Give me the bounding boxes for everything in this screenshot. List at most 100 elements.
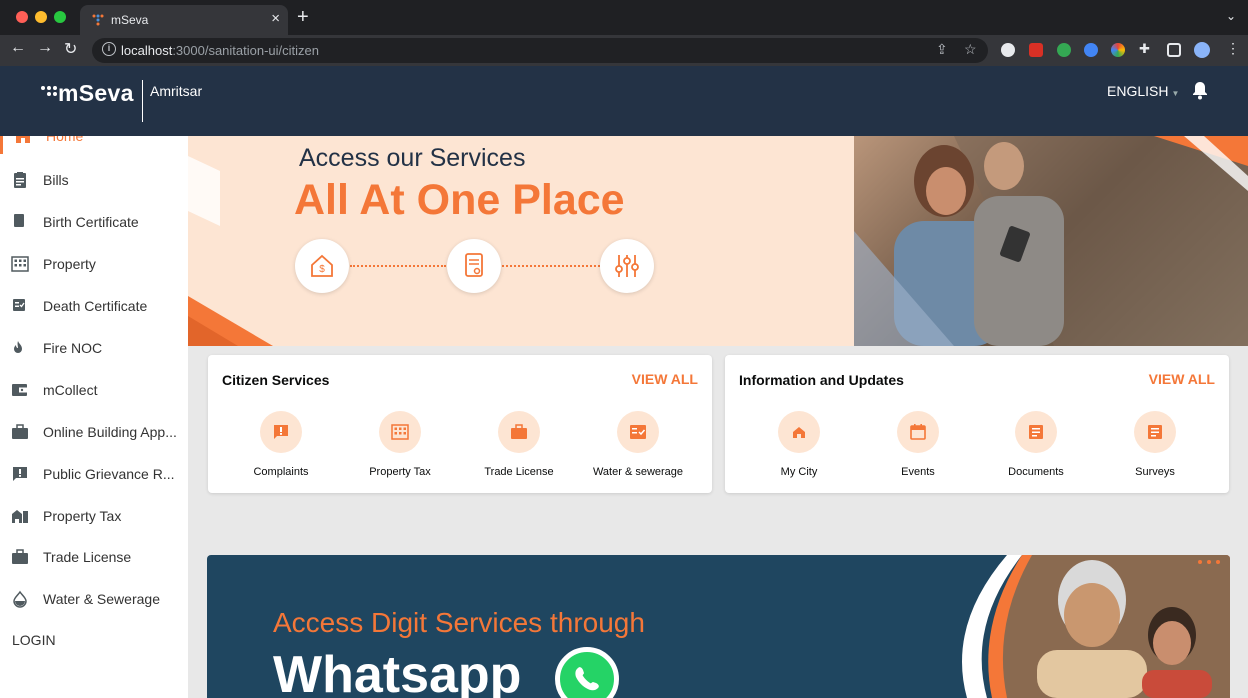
certificate-icon <box>13 299 25 311</box>
extension-icon[interactable] <box>1001 43 1015 57</box>
home-icon <box>16 136 30 143</box>
book-icon <box>14 214 24 227</box>
sidebar-item-property[interactable]: Property <box>0 246 188 282</box>
dotted-connector <box>350 265 446 267</box>
close-tab-icon[interactable]: × <box>271 10 280 27</box>
whatsapp-icon <box>555 647 619 698</box>
mseva-logo[interactable]: mSeva <box>40 80 134 107</box>
info-label: Surveys <box>1135 466 1175 478</box>
address-bar[interactable]: i localhost:3000/sanitation-ui/citizen ⇪… <box>92 38 988 63</box>
browser-tab[interactable]: mSeva × <box>80 5 288 35</box>
forward-icon[interactable]: → <box>37 39 53 57</box>
card-title: Citizen Services <box>222 372 330 388</box>
view-all-link[interactable]: VIEW ALL <box>1149 371 1215 387</box>
service-label: Complaints <box>253 466 309 478</box>
sidebar-item-label: Death Certificate <box>43 298 148 314</box>
drop-icon <box>13 590 27 608</box>
service-complaints[interactable]: Complaints <box>226 411 336 481</box>
back-icon[interactable]: ← <box>10 39 26 57</box>
calendar-icon <box>910 424 926 440</box>
sidebar-item-label: Bills <box>43 172 69 188</box>
info-surveys[interactable]: Surveys <box>1100 411 1210 481</box>
sidebar-item-birth-certificate[interactable]: Birth Certificate <box>0 204 188 240</box>
sidebar-item-bills[interactable]: Bills <box>0 162 188 198</box>
sidebar-item-property-tax[interactable]: Property Tax <box>0 498 188 534</box>
close-window-button[interactable] <box>16 11 28 23</box>
sidebar-item-label: mCollect <box>43 382 98 398</box>
briefcase-icon <box>12 549 28 564</box>
svg-text:$: $ <box>319 264 325 275</box>
service-water-sewerage[interactable]: Water & sewerage <box>583 411 693 481</box>
tab-title: mSeva <box>111 13 149 27</box>
wallet-icon <box>12 384 27 396</box>
whatsapp-banner: Access Digit Services through Whatsapp <box>207 555 1230 698</box>
dotted-connector <box>502 265 600 267</box>
bell-icon[interactable] <box>1191 80 1209 100</box>
citizen-services-card: Citizen Services VIEW ALL Complaints Pro… <box>208 355 712 493</box>
sidebar-item-trade-license[interactable]: Trade License <box>0 539 188 575</box>
reload-icon[interactable]: ↻ <box>64 39 77 59</box>
banner-property-circle: $ <box>295 239 349 293</box>
document-icon <box>1029 425 1043 439</box>
language-selector[interactable]: ENGLISH ▼ <box>1107 83 1179 99</box>
url-text: localhost:3000/sanitation-ui/citizen <box>121 43 320 58</box>
sidebar-item-label: Birth Certificate <box>43 214 139 230</box>
sidebar-item-fire-noc[interactable]: Fire NOC <box>0 330 188 366</box>
info-icon[interactable]: i <box>102 42 116 56</box>
info-updates-card: Information and Updates VIEW ALL My City… <box>725 355 1229 493</box>
mseva-favicon-icon <box>92 14 104 26</box>
profile-avatar[interactable] <box>1194 42 1210 58</box>
service-trade-license[interactable]: Trade License <box>464 411 574 481</box>
logo-dots-icon <box>41 86 57 96</box>
info-my-city[interactable]: My City <box>744 411 854 481</box>
browser-tab-strip: mSeva × + ⌄ <box>0 0 1248 35</box>
sidebar: Home Bills Birth Certificate Property De… <box>0 136 188 698</box>
service-label: Trade License <box>484 466 554 478</box>
minimize-window-button[interactable] <box>35 11 47 23</box>
extension-icon[interactable] <box>1111 43 1125 57</box>
extension-icon[interactable] <box>1057 43 1071 57</box>
property-tax-icon <box>12 510 28 523</box>
banner-subtitle: Access our Services <box>299 144 526 172</box>
view-all-link[interactable]: VIEW ALL <box>632 371 698 387</box>
sidebar-item-death-certificate[interactable]: Death Certificate <box>0 288 188 324</box>
briefcase-icon <box>511 424 527 439</box>
bookmark-star-icon[interactable]: ☆ <box>964 41 977 58</box>
info-label: Events <box>901 466 935 478</box>
more-menu-icon[interactable]: ⋮ <box>1226 40 1240 57</box>
side-panel-icon[interactable] <box>1167 43 1181 57</box>
login-link[interactable]: LOGIN <box>12 632 56 648</box>
maximize-window-button[interactable] <box>54 11 66 23</box>
home-icon <box>793 427 805 438</box>
building-icon <box>391 424 409 440</box>
sidebar-item-online-building-app[interactable]: Online Building App... <box>0 414 188 450</box>
card-title: Information and Updates <box>739 372 904 388</box>
sidebar-item-mcollect[interactable]: mCollect <box>0 372 188 408</box>
banner-title: All At One Place <box>294 176 625 224</box>
complaint-icon <box>274 425 288 439</box>
sidebar-item-label: Water & Sewerage <box>43 591 160 607</box>
service-property-tax[interactable]: Property Tax <box>345 411 455 481</box>
house-money-icon: $ <box>311 254 333 277</box>
puzzle-icon[interactable]: ✚ <box>1139 41 1153 56</box>
new-tab-icon[interactable]: + <box>297 6 309 29</box>
sidebar-item-home[interactable]: Home <box>0 136 188 154</box>
chevron-down-icon[interactable]: ⌄ <box>1226 9 1236 23</box>
info-events[interactable]: Events <box>863 411 973 481</box>
banner-photo <box>854 136 1248 346</box>
header-divider <box>142 80 143 122</box>
sidebar-item-label: Trade License <box>43 549 132 565</box>
service-label: Water & sewerage <box>592 466 684 478</box>
extension-icon[interactable] <box>1029 43 1043 57</box>
info-label: Documents <box>1008 466 1064 478</box>
bill-icon <box>14 172 26 188</box>
whatsapp-banner-subtitle: Access Digit Services through <box>273 607 645 638</box>
fire-icon <box>14 341 22 353</box>
sidebar-item-public-grievance[interactable]: Public Grievance R... <box>0 456 188 492</box>
share-icon[interactable]: ⇪ <box>936 41 948 58</box>
extension-icon[interactable] <box>1084 43 1098 57</box>
info-documents[interactable]: Documents <box>981 411 1091 481</box>
sidebar-item-water-sewerage[interactable]: Water & Sewerage <box>0 581 188 617</box>
sidebar-item-label: Public Grievance R... <box>43 466 175 482</box>
caret-down-icon: ▼ <box>1171 89 1180 98</box>
